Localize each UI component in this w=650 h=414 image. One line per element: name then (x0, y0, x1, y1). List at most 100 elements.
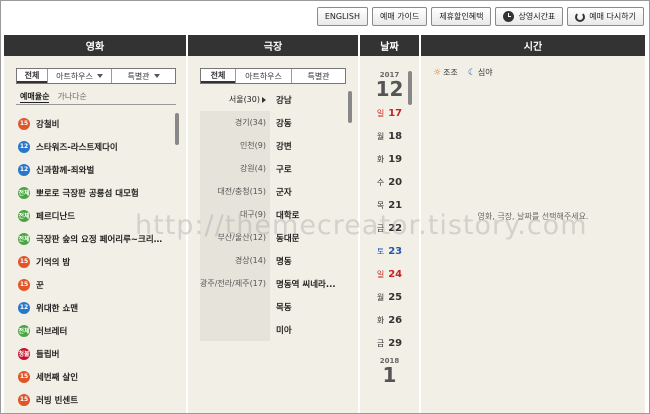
theater-item[interactable]: 목동 (276, 295, 342, 318)
restart-booking-button[interactable]: 예매 다시하기 (567, 7, 644, 26)
movie-tab-all[interactable]: 전체 (17, 69, 47, 83)
region-label: 대전/충청(15) (217, 187, 266, 196)
region-item[interactable]: 경기(34) (200, 111, 270, 134)
morning-legend: ☼ 조조 (433, 67, 458, 78)
movie-list-item[interactable]: 15 기억의 밤 (18, 250, 168, 273)
region-label: 광주/전라/제주(17) (200, 279, 266, 288)
weekday-label: 수 (376, 178, 385, 187)
weekday-label: 금 (376, 339, 385, 348)
weekday-label: 화 (376, 155, 385, 164)
movie-list: 15 강철비 12 스타워즈-라스트제다이 12 신과함께-죄와벌 전체 뽀로로 극장판 공룡… (18, 112, 168, 411)
movie-list-item[interactable]: 전체 러브레터 (18, 319, 168, 342)
age-rating-badge: 전체 (18, 186, 30, 199)
theater-item[interactable]: 군자 (276, 180, 342, 203)
age-rating-badge: 전체 (18, 232, 30, 245)
theater-tab-special[interactable]: 특별관 (291, 69, 345, 83)
booking-guide-button[interactable]: 예매 가이드 (371, 7, 428, 26)
watermark: http://themecreator.tistory.com (135, 210, 588, 241)
movie-list-item[interactable]: 15 세번째 살인 (18, 365, 168, 388)
theater-item[interactable]: 미아 (276, 318, 342, 341)
movie-title: 스타워즈-라스트제다이 (36, 142, 118, 153)
movie-list-item[interactable]: 전체 뽀로로 극장판 공룡섬 대모험 (18, 181, 168, 204)
reload-icon (575, 11, 586, 22)
age-rating-badge: 전체 (18, 324, 30, 337)
movie-sort-options: 예매율순 가나다순 (20, 91, 87, 103)
day-number: 18 (388, 131, 403, 142)
date-item[interactable]: 화 26 (360, 309, 419, 332)
english-button[interactable]: ENGLISH (316, 7, 368, 26)
theater-item[interactable]: 강남 (276, 88, 342, 111)
theater-tab-arthouse[interactable]: 아트하우스 (235, 69, 291, 83)
chevron-down-icon (153, 74, 160, 78)
day-number: 17 (388, 108, 403, 119)
night-legend-label: 심야 (477, 68, 493, 77)
day-number: 19 (388, 154, 403, 165)
region-label: 경상(14) (234, 256, 266, 265)
region-item[interactable]: 강원(4) (200, 157, 270, 180)
date-item[interactable]: 토 23 (360, 240, 419, 263)
day-number: 26 (388, 315, 403, 326)
theater-tab-all[interactable]: 전체 (201, 69, 235, 83)
date-list-scrollbar[interactable] (408, 71, 412, 105)
region-item[interactable] (200, 318, 270, 341)
theater-item[interactable]: 강변 (276, 134, 342, 157)
movie-list-item[interactable]: 15 강철비 (18, 112, 168, 135)
movie-tab-arthouse[interactable]: 아트하우스 (47, 69, 111, 83)
movie-list-scrollbar[interactable] (175, 113, 179, 145)
movie-title: 러빙 빈센트 (36, 395, 79, 406)
theater-item[interactable]: 명동역 씨네라... (276, 272, 342, 295)
date-item[interactable]: 월 25 (360, 286, 419, 309)
movie-list-item[interactable]: 15 꾼 (18, 273, 168, 296)
weekday-label: 월 (376, 293, 385, 302)
region-item[interactable]: 광주/전라/제주(17) (200, 272, 270, 295)
date-item[interactable]: 수 20 (360, 171, 419, 194)
weekday-label: 일 (376, 270, 385, 279)
age-rating-badge: 15 (18, 393, 30, 406)
region-item[interactable]: 인천(9) (200, 134, 270, 157)
date-item[interactable]: 월 18 (360, 125, 419, 148)
night-legend: ☾ 심야 (468, 67, 493, 78)
chevron-right-icon (262, 96, 266, 103)
movie-title: 세번째 살인 (36, 372, 79, 383)
region-label: 인천(9) (239, 141, 266, 150)
age-rating-badge: 12 (18, 163, 30, 176)
movie-title: 들립버 (36, 349, 60, 360)
theater-filter-tabs: 전체 아트하우스 특별관 (200, 68, 346, 84)
sun-icon: ☼ (433, 67, 442, 78)
sort-by-booking-rate[interactable]: 예매율순 (20, 91, 50, 103)
movie-filter-tabs: 전체 아트하우스 특별관 (16, 68, 176, 84)
movie-tab-special[interactable]: 특별관 (111, 69, 175, 83)
movie-list-item[interactable]: 12 스타워즈-라스트제다이 (18, 135, 168, 158)
top-toolbar: ENGLISH 예매 가이드 제휴할인혜택 상영시간표 예매 다시하기 (316, 7, 644, 26)
age-rating-badge: 전체 (18, 209, 30, 222)
movie-title: 러브레터 (36, 326, 68, 337)
sort-by-title[interactable]: 가나다순 (57, 91, 86, 103)
age-rating-badge: 12 (18, 140, 30, 153)
theater-item[interactable]: 강동 (276, 111, 342, 134)
weekday-label: 화 (376, 316, 385, 325)
movie-list-item[interactable]: 12 위대한 쇼맨 (18, 296, 168, 319)
theater-item[interactable]: 구로 (276, 157, 342, 180)
movie-list-item[interactable]: 15 러빙 빈센트 (18, 388, 168, 411)
weekday-label: 월 (376, 132, 385, 141)
region-item[interactable] (200, 295, 270, 318)
region-item[interactable]: 경상(14) (200, 249, 270, 272)
restart-booking-label: 예매 다시하기 (589, 12, 636, 21)
region-item[interactable]: 서울(30) (200, 88, 270, 111)
theater-item[interactable]: 명동 (276, 249, 342, 272)
age-rating-badge: 12 (18, 301, 30, 314)
time-legend: ☼ 조조 ☾ 심야 (433, 67, 493, 78)
schedule-button[interactable]: 상영시간표 (495, 7, 564, 26)
date-item[interactable]: 일 17 (360, 102, 419, 125)
date-item[interactable]: 일 24 (360, 263, 419, 286)
date-item[interactable]: 금 29 (360, 332, 419, 355)
chevron-down-icon (96, 74, 103, 78)
partner-discount-button[interactable]: 제휴할인혜택 (431, 7, 492, 26)
region-item[interactable]: 대전/충청(15) (200, 180, 270, 203)
movie-list-item[interactable]: 12 신과함께-죄와벌 (18, 158, 168, 181)
day-number: 20 (388, 177, 403, 188)
age-rating-badge: 청불 (18, 347, 30, 360)
movie-list-item[interactable]: 청불 들립버 (18, 342, 168, 365)
theater-list-scrollbar[interactable] (348, 91, 352, 123)
date-item[interactable]: 화 19 (360, 148, 419, 171)
